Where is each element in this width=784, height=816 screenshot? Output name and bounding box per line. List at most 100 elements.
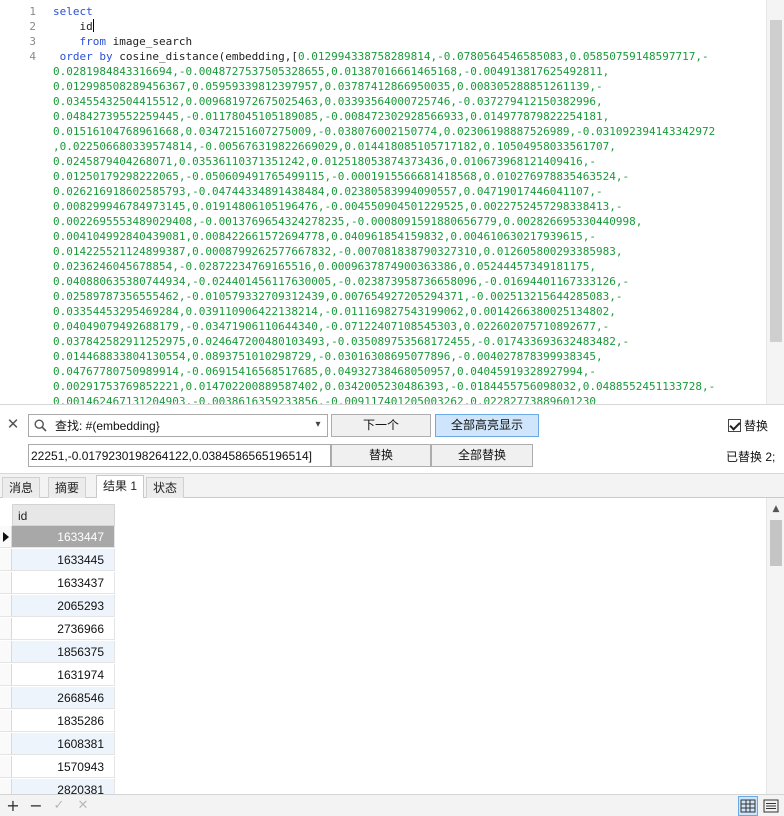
sql-editor[interactable]: 1 2 3 4 select id from image_search order b… [0,0,784,404]
editor-scrollbar[interactable] [766,0,784,404]
row-selector[interactable] [0,549,12,571]
highlight-all-button[interactable]: 全部高亮显示 [435,414,539,437]
replace-button[interactable]: 替换 [331,444,431,467]
sql-number: 0.0281984843316694,-0.004872753750532865… [53,65,610,78]
replace-input[interactable] [31,445,328,466]
replace-all-button[interactable]: 全部替换 [431,444,533,467]
grid-scrollbar[interactable]: ▲ [766,498,784,794]
sql-number: 0.04842739552259445,-0.01178045105189085… [53,110,610,123]
cell-id[interactable]: 1835286 [12,710,115,732]
table-row[interactable]: 2065293 [0,595,115,617]
table-row[interactable]: 1631974 [0,664,115,686]
row-selector[interactable] [0,641,12,663]
table-row[interactable]: 1633437 [0,572,115,594]
tab-result-1[interactable]: 结果 1 [96,475,145,499]
code-line: 0.03354453295469284,0.039110906422138214… [53,304,765,319]
line-number-gutter: 1 2 3 4 [0,0,44,404]
replace-checkbox[interactable] [728,418,741,432]
sql-keyword: from [79,35,107,48]
grid-scrollbar-thumb[interactable] [770,520,782,566]
replace-checkbox-label: 替换 [744,418,769,433]
cell-id[interactable]: 1631974 [12,664,115,686]
code-line: 0.026216918602585793,-0.0474433489143848… [53,184,765,199]
form-view-icon[interactable] [762,797,780,815]
table-row[interactable]: 1633445 [0,549,115,571]
find-field[interactable]: ▾ [28,414,328,437]
sql-number: 0.03455432504415512,0.009681972675025463… [53,95,603,108]
code-line: 0.01516104768961668,0.03472151607275009,… [53,124,765,139]
line-number: 3 [29,35,36,48]
cell-id[interactable]: 2736966 [12,618,115,640]
app-window: 1 2 3 4 select id from image_search order b… [0,0,784,816]
delete-record-icon[interactable]: − [27,797,45,815]
table-row[interactable]: 2668546 [0,687,115,709]
cell-id[interactable]: 1633445 [12,549,115,571]
cell-id[interactable]: 1608381 [12,733,115,755]
grid-view-icon[interactable] [738,796,758,816]
sql-text: id [53,20,93,33]
tab-status[interactable]: 状态 [146,477,185,498]
replace-field[interactable] [28,444,331,467]
chevron-down-icon[interactable]: ▾ [311,418,325,432]
apply-changes-icon[interactable]: ✓ [50,797,68,815]
row-selector[interactable] [0,710,12,732]
sql-number: 0.001462467131204903,-0.0038616359233856… [53,395,597,404]
tab-messages[interactable]: 消息 [2,477,41,498]
result-tabs: 消息 摘要 结果 1 状态 [0,474,784,499]
table-row[interactable]: 2736966 [0,618,115,640]
search-icon [34,419,47,432]
sql-number: 0.0245879404268071,0.03536110371351242,0… [53,155,597,168]
table-row[interactable]: 2820381 [0,779,115,794]
column-header-id[interactable]: id [12,504,115,526]
code-line: order by cosine_distance(embedding,[0.01… [53,49,765,64]
close-find-icon[interactable]: ✕ [5,416,21,432]
cell-id[interactable]: 2065293 [12,595,115,617]
table-row[interactable]: 1570943 [0,756,115,778]
grid-header: id [0,504,115,526]
cell-id[interactable]: 1633447 [12,526,115,548]
cell-id[interactable]: 1570943 [12,756,115,778]
row-selector[interactable] [0,618,12,640]
sql-number: 0.0236246045678854,-0.02872234769165516,… [53,260,597,273]
cell-id[interactable]: 1856375 [12,641,115,663]
code-line: 0.037842582911252975,0.02464720048010349… [53,334,765,349]
row-selector[interactable] [0,779,12,794]
row-selector[interactable] [0,756,12,778]
row-selector[interactable] [0,526,12,548]
table-row[interactable]: 1835286 [0,710,115,732]
add-record-icon[interactable]: + [4,797,22,815]
code-line: id [53,19,765,34]
sql-text: image_search [106,35,193,48]
result-grid[interactable]: id 1633447 1633445 1633437 2065293 2736966 18… [0,498,784,794]
code-line: 0.014468833804130554,0.0893751010298729,… [53,349,765,364]
code-line: ,0.022506680339574814,-0.005676319822669… [53,139,765,154]
replace-toggle[interactable]: 替换 [728,417,768,433]
row-selector[interactable] [0,687,12,709]
code-line: 0.0236246045678854,-0.02872234769165516,… [53,259,765,274]
code-line: 0.04767780750989914,-0.06915416568517685… [53,364,765,379]
find-input[interactable] [55,415,305,436]
sql-code-area[interactable]: select id from image_search order by cos… [53,4,765,404]
editor-scrollbar-thumb[interactable] [770,20,782,342]
table-row[interactable]: 1633447 [0,526,115,548]
scroll-up-icon[interactable]: ▲ [771,504,781,514]
discard-changes-icon[interactable]: ✕ [74,797,92,815]
code-line: 0.040880635380744934,-0.0244014561176300… [53,274,765,289]
tab-summary[interactable]: 摘要 [48,477,87,498]
table-row[interactable]: 1856375 [0,641,115,663]
row-selector[interactable] [0,572,12,594]
cell-id[interactable]: 1633437 [12,572,115,594]
cell-id[interactable]: 2668546 [12,687,115,709]
sql-number: 0.00291753769852221,0.014702200889587402… [53,380,716,393]
table-row[interactable]: 1608381 [0,733,115,755]
cell-id[interactable]: 2820381 [12,779,115,794]
code-line: 0.01250179298222065,-0.05060949176549911… [53,169,765,184]
code-line: 0.00291753769852221,0.014702200889587402… [53,379,765,394]
row-selector[interactable] [0,664,12,686]
row-selector[interactable] [0,595,12,617]
row-selector[interactable] [0,733,12,755]
code-line: 0.008299946784973145,0.01914806105196476… [53,199,765,214]
find-next-button[interactable]: 下一个 [331,414,431,437]
